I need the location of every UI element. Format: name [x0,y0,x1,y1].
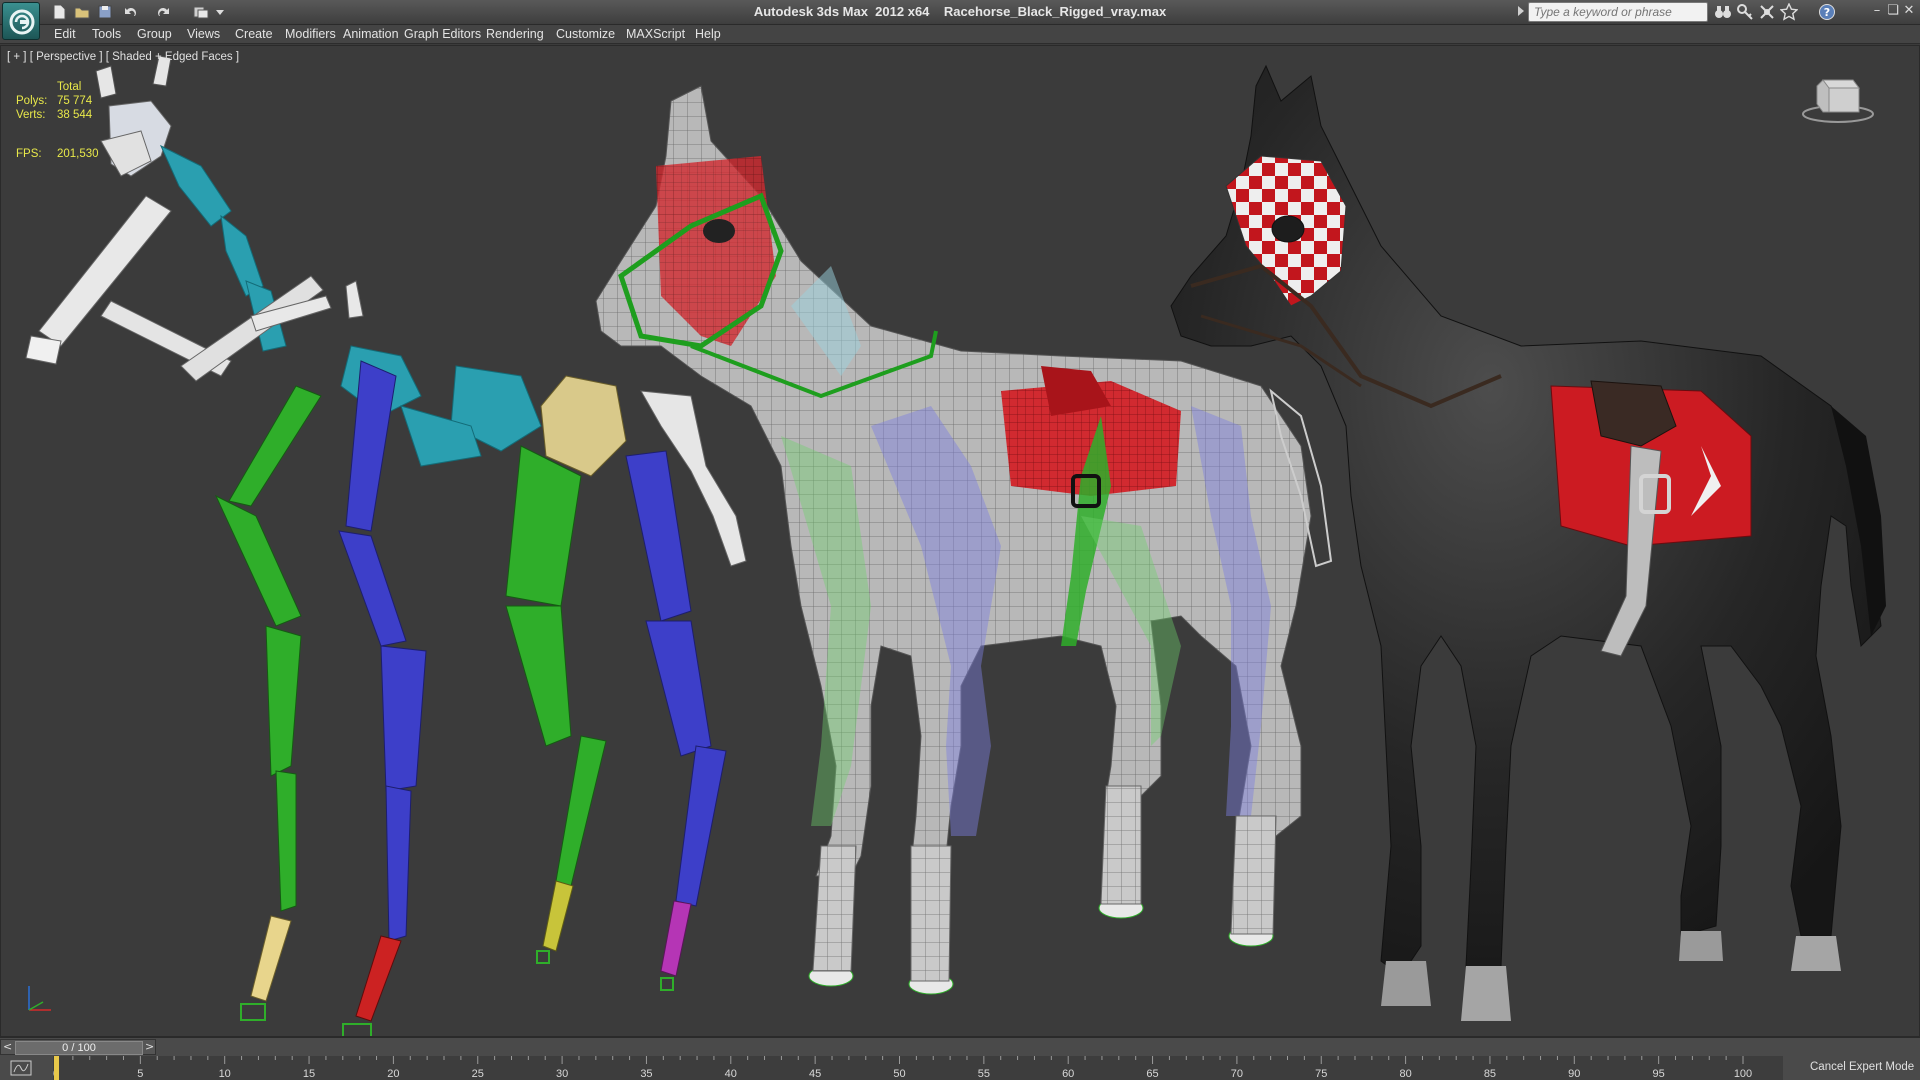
track-tick-label: 85 [1484,1068,1496,1080]
scene-render[interactable] [1,46,1920,1037]
app-title: Autodesk 3ds Max 2012 x64 [753,4,930,19]
bone-skeleton[interactable] [25,55,747,1037]
menu-bar: Edit Tools Group Views Create Modifiers … [0,25,1920,44]
app-logo[interactable] [2,2,40,40]
time-slider[interactable]: < 0 / 100 > [0,1039,156,1055]
stats-verts-label: Verts: [16,109,46,121]
track-tick-label: 90 [1568,1068,1580,1080]
subscription-key-icon[interactable] [1736,3,1754,21]
track-tick-label: 5 [137,1068,143,1080]
menu-modifiers[interactable]: Modifiers [285,27,336,41]
menu-group[interactable]: Group [137,27,172,41]
time-slider-prev-button[interactable]: < [3,1040,12,1053]
time-slider-handle[interactable]: 0 / 100 [15,1041,143,1055]
help-icon[interactable]: ? [1818,3,1836,21]
minimize-button[interactable]: – [1870,3,1884,19]
svg-text:?: ? [1824,6,1830,19]
track-tick-label: 45 [809,1068,821,1080]
track-tick-label: 10 [219,1068,231,1080]
track-tick-label: 65 [1146,1068,1158,1080]
current-frame-marker[interactable] [54,1056,59,1080]
axis-tripod-icon [23,976,63,1016]
stats-fps-label: FPS: [16,148,42,160]
close-button[interactable]: ✕ [1902,3,1916,19]
track-tick-label: 40 [725,1068,737,1080]
title-bar: Autodesk 3ds Max 2012 x64 Racehorse_Blac… [0,0,1920,25]
track-tick-label: 35 [640,1068,652,1080]
stats-polys-value: 75 774 [57,95,93,107]
restore-button[interactable]: ❏ [1886,3,1900,19]
track-tick-label: 30 [556,1068,568,1080]
mini-curve-editor-icon[interactable] [10,1059,32,1077]
stats-total-label: Total [57,81,82,93]
stats-polys-label: Polys: [16,95,48,107]
menu-graph-editors[interactable]: Graph Editors [404,27,481,41]
track-bar[interactable]: 0510152025303540455055606570758085909510… [53,1056,1783,1080]
track-tick-label: 25 [472,1068,484,1080]
favorites-star-icon[interactable] [1780,3,1798,21]
communication-center-icon[interactable] [1758,3,1776,21]
stats-fps-value: 201,530 [57,148,99,160]
viewport-label[interactable]: [ + ] [ Perspective ] [ Shaded + Edged F… [7,51,239,63]
menu-customize[interactable]: Customize [556,27,615,41]
track-tick-label: 20 [387,1068,399,1080]
track-tick-label: 95 [1653,1068,1665,1080]
menu-rendering[interactable]: Rendering [486,27,544,41]
track-tick-label: 80 [1399,1068,1411,1080]
time-slider-next-button[interactable]: > [145,1040,154,1053]
menu-views[interactable]: Views [187,27,220,41]
menu-animation[interactable]: Animation [343,27,399,41]
menu-edit[interactable]: Edit [54,27,76,41]
track-tick-label: 50 [893,1068,905,1080]
track-tick-label: 55 [978,1068,990,1080]
search-input[interactable] [1528,2,1708,22]
wireframe-horse[interactable] [595,85,1333,995]
track-tick-label: 100 [1734,1068,1752,1080]
menu-maxscript[interactable]: MAXScript [626,27,685,41]
track-tick-label: 60 [1062,1068,1074,1080]
track-bar-ticks: 0510152025303540455055606570758085909510… [53,1056,1752,1080]
perspective-viewport[interactable]: [ + ] [ Perspective ] [ Shaded + Edged F… [0,45,1920,1037]
viewcube-icon[interactable] [1801,70,1875,128]
track-tick-label: 15 [303,1068,315,1080]
time-slider-track[interactable] [156,1039,1920,1055]
binoculars-icon[interactable] [1714,3,1732,21]
menu-tools[interactable]: Tools [92,27,121,41]
time-slider-bar: < 0 / 100 > 0510152025303540455055606570… [0,1037,1920,1080]
menu-help[interactable]: Help [695,27,721,41]
track-tick-label: 70 [1231,1068,1243,1080]
file-name: Racehorse_Black_Rigged_vray.max [943,4,1167,19]
search-expand-arrow-icon[interactable] [1518,6,1524,16]
menu-create[interactable]: Create [235,27,273,41]
max-logo-icon [9,9,35,35]
stats-verts-value: 38 544 [57,109,93,121]
track-tick-label: 75 [1315,1068,1327,1080]
cancel-expert-mode-button[interactable]: Cancel Expert Mode [1798,1057,1920,1079]
